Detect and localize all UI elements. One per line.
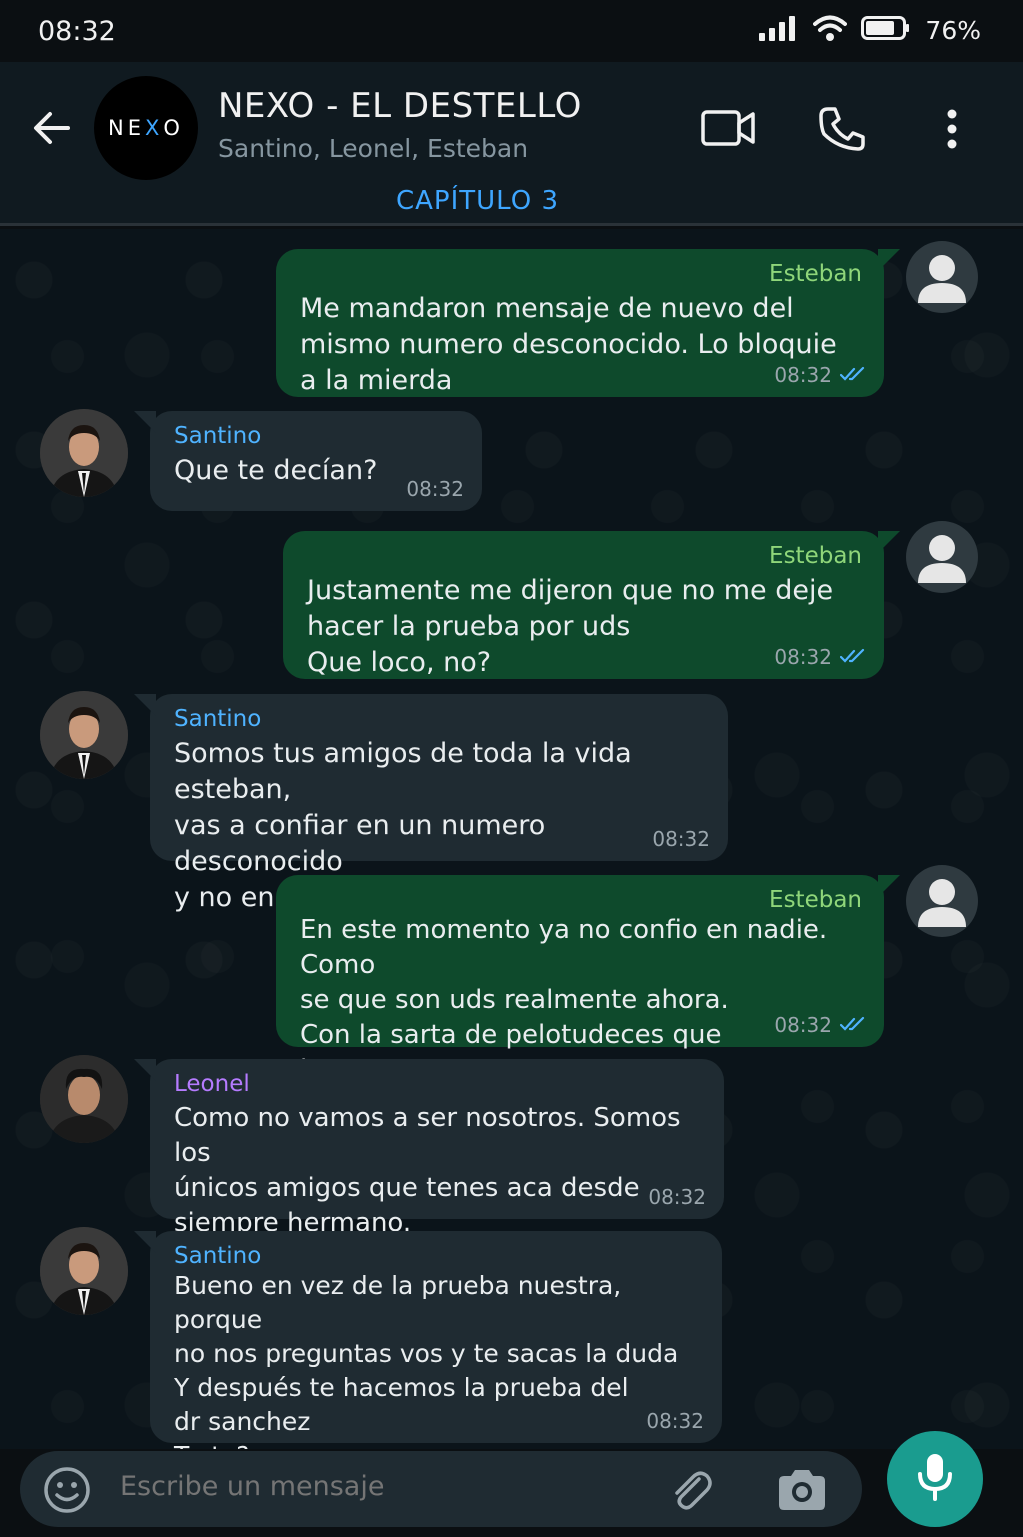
back-arrow-icon[interactable]	[32, 110, 72, 150]
message-time: 08:32	[774, 645, 832, 669]
message-text: Bueno en vez de la prueba nuestra, porqu…	[174, 1271, 679, 1449]
message-sender: Santino	[174, 1243, 262, 1269]
status-time: 08:32	[38, 16, 116, 47]
video-call-icon[interactable]	[700, 108, 756, 152]
message-time: 08:32	[652, 827, 710, 851]
message-sender: Esteban	[769, 543, 862, 569]
avatar-default[interactable]	[906, 865, 978, 937]
phone-call-icon[interactable]	[818, 106, 866, 156]
message-text: Como no vamos a ser nosotros. Somos los …	[174, 1103, 681, 1238]
group-logo-text-a: NE	[108, 116, 146, 140]
message-sender: Esteban	[769, 887, 862, 913]
wifi-icon	[813, 14, 848, 46]
message-meta: 08:32	[652, 827, 710, 851]
avatar-default[interactable]	[906, 241, 978, 313]
message-time: 08:32	[774, 363, 832, 387]
double-check-icon	[839, 645, 866, 669]
avatar-leonel[interactable]	[40, 1055, 128, 1143]
message-time: 08:32	[648, 1185, 706, 1209]
group-title[interactable]: NEXO - EL DESTELLO	[218, 86, 582, 126]
message-bubble-outgoing[interactable]: Esteban En este momento ya no confio en …	[276, 875, 900, 1120]
bubble-tail	[134, 694, 156, 716]
status-icons: 76%	[759, 14, 981, 46]
message-time: 08:32	[774, 1013, 832, 1037]
message-meta: 08:32	[774, 363, 866, 387]
microphone-icon	[915, 1452, 955, 1506]
message-time: 08:32	[406, 477, 464, 501]
person-portrait-icon	[40, 1227, 128, 1315]
chat-header: NE X O NEXO - EL DESTELLO Santino, Leonel,…	[0, 62, 1023, 226]
more-options-icon[interactable]	[940, 108, 964, 154]
person-portrait-icon	[40, 691, 128, 779]
message-meta: 08:32	[648, 1185, 706, 1209]
message-bubble-incoming[interactable]: Santino Somos tus amigos de toda la vida…	[134, 694, 728, 913]
person-portrait-icon	[40, 1055, 128, 1143]
chapter-label: CAPÍTULO 3	[395, 186, 560, 216]
battery-icon	[861, 15, 911, 45]
default-user-icon	[918, 255, 966, 303]
message-bubble-incoming[interactable]: Santino Bueno en vez de la prueba nuestr…	[134, 1231, 722, 1449]
message-input[interactable]	[120, 1471, 640, 1502]
group-logo-text-b: O	[163, 116, 184, 140]
message-meta: 08:32	[646, 1409, 704, 1433]
double-check-icon	[839, 1013, 866, 1037]
group-logo-text-x: X	[145, 116, 164, 140]
status-bar: 08:32 76%	[0, 0, 1023, 62]
bubble-tail	[878, 531, 900, 553]
bubble-tail	[134, 411, 156, 433]
signal-icon	[759, 15, 799, 45]
avatar-santino[interactable]	[40, 409, 128, 497]
microphone-button[interactable]	[887, 1431, 983, 1527]
attachment-clip-icon[interactable]	[665, 1465, 715, 1519]
avatar-santino[interactable]	[40, 1227, 128, 1315]
message-bubble-incoming[interactable]: Leonel Como no vamos a ser nosotros. Som…	[134, 1059, 724, 1238]
camera-icon[interactable]	[775, 1465, 829, 1519]
bubble-tail	[878, 249, 900, 271]
person-portrait-icon	[40, 409, 128, 497]
message-sender: Leonel	[174, 1071, 250, 1097]
message-sender: Santino	[174, 706, 262, 732]
group-members[interactable]: Santino, Leonel, Esteban	[218, 134, 528, 163]
default-user-icon	[918, 535, 966, 583]
bubble-tail	[878, 875, 900, 897]
message-time: 08:32	[646, 1409, 704, 1433]
avatar-default[interactable]	[906, 521, 978, 593]
message-composer	[20, 1451, 862, 1527]
message-meta: 08:32	[774, 645, 866, 669]
default-user-icon	[918, 879, 966, 927]
message-meta: 08:32	[774, 1013, 866, 1037]
battery-level: 76%	[925, 15, 981, 45]
message-meta: 08:32	[406, 477, 464, 501]
bubble-tail	[134, 1059, 156, 1081]
avatar-santino[interactable]	[40, 691, 128, 779]
message-bubble-outgoing[interactable]: Esteban Me mandaron mensaje de nuevo del…	[276, 249, 900, 397]
message-sender: Esteban	[769, 261, 862, 287]
bubble-tail	[134, 1231, 156, 1253]
message-bubble-incoming[interactable]: Santino Que te decían? 08:32	[134, 411, 482, 511]
double-check-icon	[839, 363, 866, 387]
message-sender: Santino	[174, 423, 262, 449]
emoji-icon[interactable]	[42, 1465, 92, 1519]
group-avatar[interactable]: NE X O	[94, 76, 198, 180]
chat-area[interactable]: Esteban Me mandaron mensaje de nuevo del…	[0, 229, 1023, 1449]
message-bubble-outgoing[interactable]: Esteban Justamente me dijeron que no me …	[283, 531, 900, 679]
